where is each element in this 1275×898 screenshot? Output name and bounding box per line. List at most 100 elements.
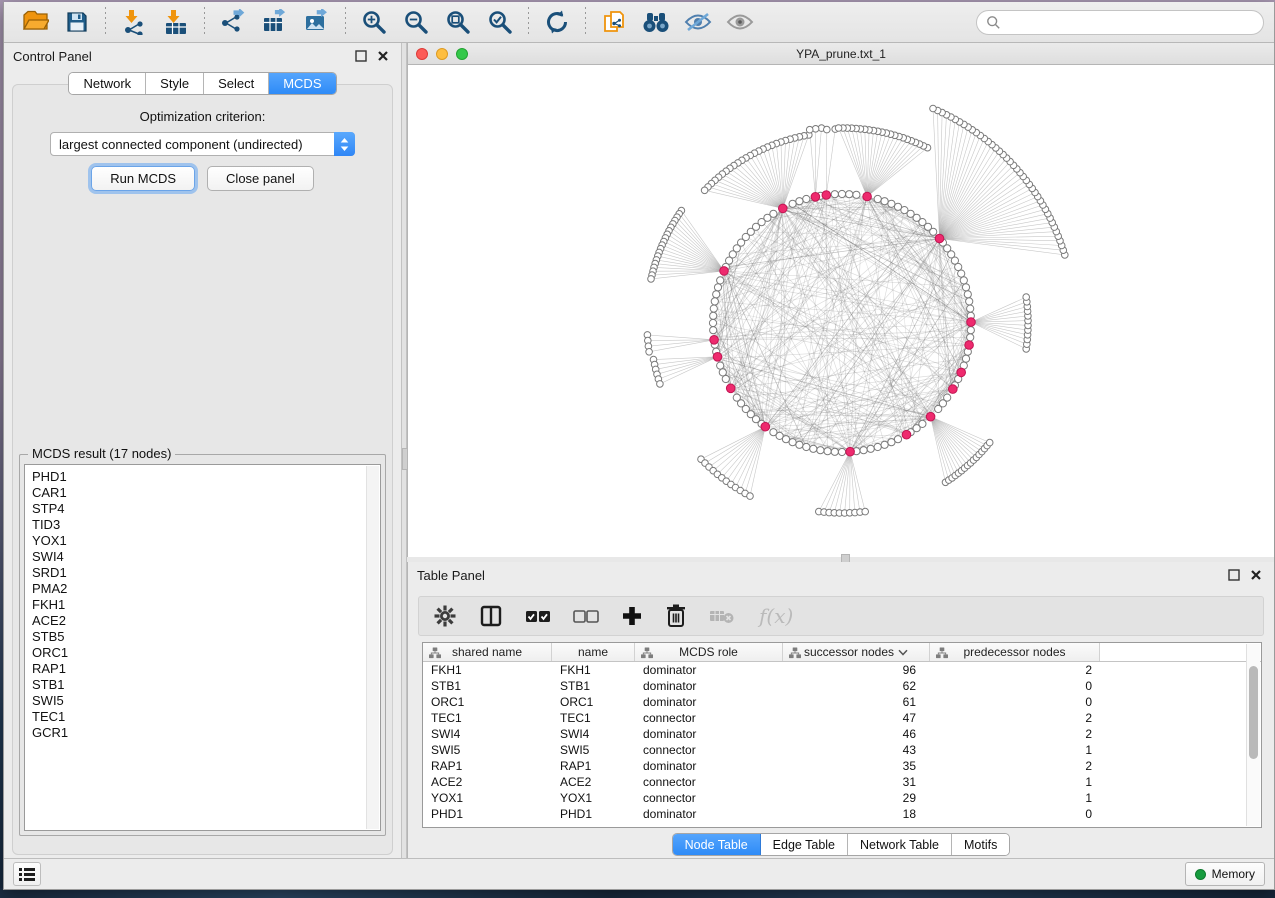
control-panel-tabs: NetworkStyleSelectMCDS: [4, 72, 401, 95]
table-row[interactable]: TEC1TEC1connector472: [423, 710, 1261, 726]
optimization-criterion-value: largest connected component (undirected): [51, 137, 334, 152]
table-cell: connector: [635, 791, 783, 805]
tab-style[interactable]: Style: [146, 73, 204, 94]
mcds-result-item[interactable]: ORC1: [32, 645, 380, 661]
mcds-result-item[interactable]: PHD1: [32, 469, 380, 485]
deselect-all-icon[interactable]: [573, 601, 599, 631]
table-cell: dominator: [635, 727, 783, 741]
mcds-result-item[interactable]: SWI4: [32, 549, 380, 565]
zoom-selected-icon[interactable]: [483, 7, 517, 37]
column-layout-icon[interactable]: [479, 601, 503, 631]
memory-button[interactable]: Memory: [1185, 862, 1265, 886]
mcds-result-item[interactable]: GCR1: [32, 725, 380, 741]
mcds-panel: Optimization criterion: largest connecte…: [12, 84, 393, 855]
tab-network-table[interactable]: Network Table: [848, 834, 952, 855]
column-type-icon: [789, 647, 801, 662]
float-table-panel-icon[interactable]: [1225, 566, 1243, 584]
delete-column-icon[interactable]: [665, 601, 687, 631]
import-table-icon[interactable]: [159, 7, 193, 37]
tab-motifs[interactable]: Motifs: [952, 834, 1009, 855]
mcds-result-item[interactable]: STB1: [32, 677, 380, 693]
table-cell: TEC1: [552, 711, 635, 725]
mcds-result-item[interactable]: TID3: [32, 517, 380, 533]
table-cell: 1: [930, 791, 1100, 805]
table-scrollbar[interactable]: [1246, 644, 1260, 826]
mcds-result-item[interactable]: TEC1: [32, 709, 380, 725]
optimization-criterion-select[interactable]: largest connected component (undirected): [50, 132, 355, 156]
run-mcds-button[interactable]: Run MCDS: [91, 166, 195, 191]
mcds-result-item[interactable]: STB5: [32, 629, 380, 645]
settings-gear-icon[interactable]: [433, 601, 457, 631]
select-stepper-icon: [334, 132, 355, 156]
zoom-out-icon[interactable]: [399, 7, 433, 37]
search-field[interactable]: [976, 10, 1264, 35]
select-all-icon[interactable]: [525, 601, 551, 631]
table-row[interactable]: STB1STB1dominator620: [423, 678, 1261, 694]
network-titlebar[interactable]: YPA_prune.txt_1: [408, 43, 1274, 65]
export-network-icon[interactable]: [216, 7, 250, 37]
show-all-icon[interactable]: [723, 7, 757, 37]
add-column-icon[interactable]: [621, 601, 643, 631]
tab-node-table[interactable]: Node Table: [673, 834, 761, 855]
mcds-result-item[interactable]: ACE2: [32, 613, 380, 629]
table-row[interactable]: SWI4SWI4dominator462: [423, 726, 1261, 742]
table-row[interactable]: SWI5SWI5connector431: [423, 742, 1261, 758]
copy-view-icon[interactable]: [597, 7, 631, 37]
save-session-icon[interactable]: [60, 7, 94, 37]
export-table-icon[interactable]: [258, 7, 292, 37]
mcds-result-item[interactable]: FKH1: [32, 597, 380, 613]
mcds-result-item[interactable]: RAP1: [32, 661, 380, 677]
node-table: shared namenameMCDS rolesuccessor nodesp…: [422, 642, 1262, 828]
table-row[interactable]: YOX1YOX1connector291: [423, 790, 1261, 806]
result-list-scrollbar[interactable]: [366, 466, 379, 829]
table-row[interactable]: ORC1ORC1dominator610: [423, 694, 1261, 710]
tab-network[interactable]: Network: [69, 73, 146, 94]
table-cell: RAP1: [423, 759, 552, 773]
find-binoculars-icon[interactable]: [639, 7, 673, 37]
import-network-icon[interactable]: [117, 7, 151, 37]
open-file-icon[interactable]: [18, 7, 52, 37]
mcds-result-item[interactable]: CAR1: [32, 485, 380, 501]
hide-selected-icon[interactable]: [681, 7, 715, 37]
mcds-result-list[interactable]: PHD1CAR1STP4TID3YOX1SWI4SRD1PMA2FKH1ACE2…: [24, 464, 381, 831]
table-row[interactable]: PHD1PHD1dominator180: [423, 806, 1261, 822]
table-panel-title: Table Panel: [417, 568, 485, 583]
tab-edge-table[interactable]: Edge Table: [761, 834, 848, 855]
table-row[interactable]: FKH1FKH1dominator962: [423, 662, 1261, 678]
table-cell: 0: [930, 807, 1100, 821]
mcds-result-item[interactable]: PMA2: [32, 581, 380, 597]
zoom-in-icon[interactable]: [357, 7, 391, 37]
mcds-result-item[interactable]: STP4: [32, 501, 380, 517]
table-row[interactable]: RAP1RAP1dominator352: [423, 758, 1261, 774]
tab-select[interactable]: Select: [204, 73, 269, 94]
table-cell: 62: [783, 679, 930, 693]
table-cell: 43: [783, 743, 930, 757]
tab-mcds[interactable]: MCDS: [269, 73, 335, 94]
task-history-button[interactable]: [13, 862, 41, 886]
close-table-panel-icon[interactable]: [1247, 566, 1265, 584]
mcds-result-item[interactable]: YOX1: [32, 533, 380, 549]
export-image-icon[interactable]: [300, 7, 334, 37]
column-header-shared-name[interactable]: shared name: [423, 643, 552, 661]
table-row[interactable]: ACE2ACE2connector311: [423, 774, 1261, 790]
close-panel-button[interactable]: Close panel: [207, 166, 314, 191]
mcds-result-item[interactable]: SWI5: [32, 693, 380, 709]
column-header-MCDS-role[interactable]: MCDS role: [635, 643, 783, 661]
column-header-name[interactable]: name: [552, 643, 635, 661]
table-cell: 29: [783, 791, 930, 805]
table-scrollbar-thumb[interactable]: [1249, 666, 1258, 759]
network-canvas[interactable]: [408, 65, 1274, 557]
close-panel-icon[interactable]: [374, 47, 392, 65]
refresh-layout-icon[interactable]: [540, 7, 574, 37]
column-header-predecessor-nodes[interactable]: predecessor nodes: [930, 643, 1100, 661]
float-panel-icon[interactable]: [352, 47, 370, 65]
table-cell: connector: [635, 743, 783, 757]
memory-status-icon: [1195, 869, 1206, 880]
table-cell: 47: [783, 711, 930, 725]
zoom-fit-icon[interactable]: [441, 7, 475, 37]
search-input[interactable]: [1006, 15, 1254, 29]
column-header-successor-nodes[interactable]: successor nodes: [783, 643, 930, 661]
mcds-result-item[interactable]: SRD1: [32, 565, 380, 581]
table-cell: 1: [930, 775, 1100, 789]
column-type-icon: [641, 647, 653, 662]
